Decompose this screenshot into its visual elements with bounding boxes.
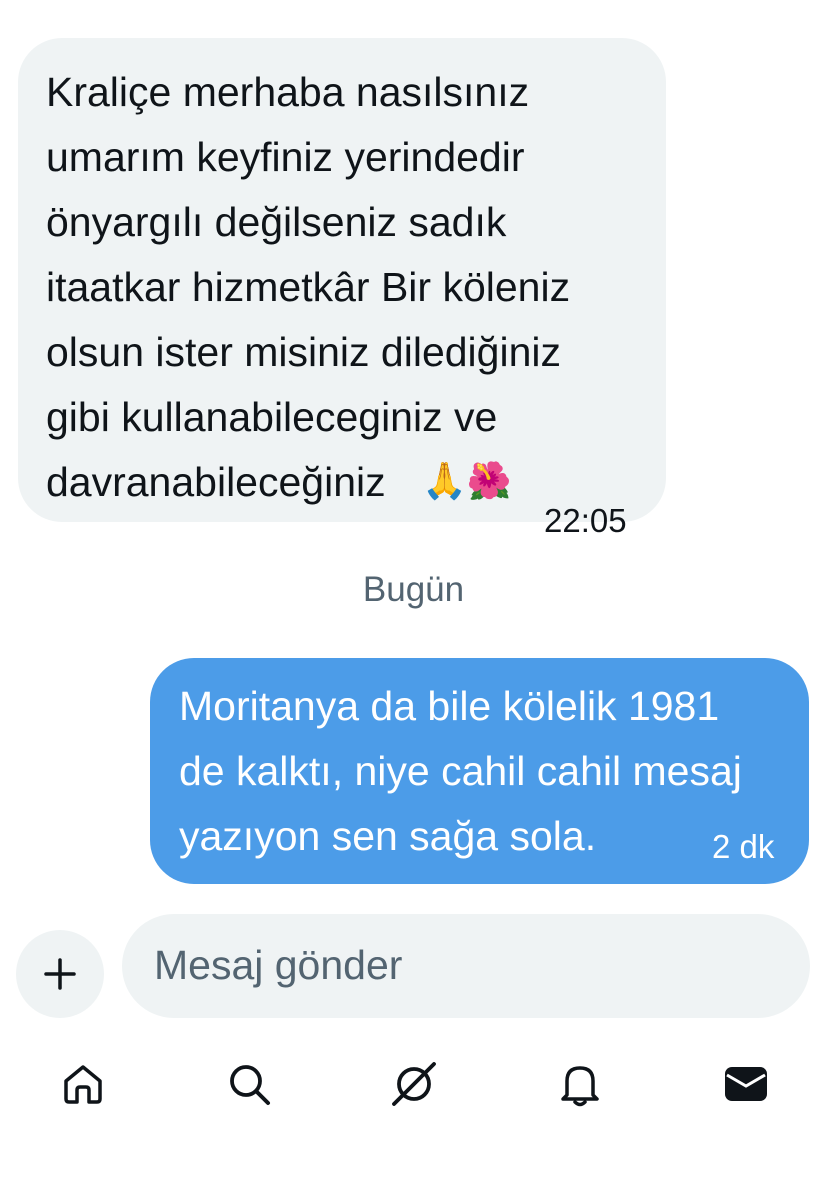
nav-home-button[interactable] xyxy=(59,1060,107,1108)
outgoing-message-text: Moritanya da bile kölelik 1981 de kalktı… xyxy=(179,683,742,859)
outgoing-message-bubble[interactable]: Moritanya da bile kölelik 1981 de kalktı… xyxy=(150,658,809,884)
bell-icon xyxy=(561,1066,599,1107)
plus-icon xyxy=(44,958,76,990)
nav-grok-button[interactable] xyxy=(390,1060,438,1108)
add-attachment-button[interactable] xyxy=(16,930,104,1018)
nav-messages-button[interactable] xyxy=(722,1060,770,1108)
nav-search-button[interactable] xyxy=(225,1060,273,1108)
incoming-message-bubble[interactable]: Kraliçe merhaba nasılsınız umarım keyfin… xyxy=(18,38,666,539)
grok-icon xyxy=(392,1062,436,1106)
incoming-message-emoji: 🙏🌺 xyxy=(422,460,512,501)
incoming-message-time: 22:05 xyxy=(544,502,627,539)
search-icon xyxy=(230,1065,270,1105)
outgoing-message-time: 2 dk xyxy=(712,828,775,865)
home-icon xyxy=(64,1065,102,1104)
incoming-message-text: Kraliçe merhaba nasılsınız umarım keyfin… xyxy=(46,69,571,505)
message-input[interactable]: Mesaj gönder xyxy=(122,914,810,1018)
day-separator: Bugün xyxy=(362,570,465,609)
mail-icon xyxy=(725,1067,767,1101)
nav-notifications-button[interactable] xyxy=(556,1060,604,1108)
message-input-placeholder: Mesaj gönder xyxy=(154,942,403,988)
